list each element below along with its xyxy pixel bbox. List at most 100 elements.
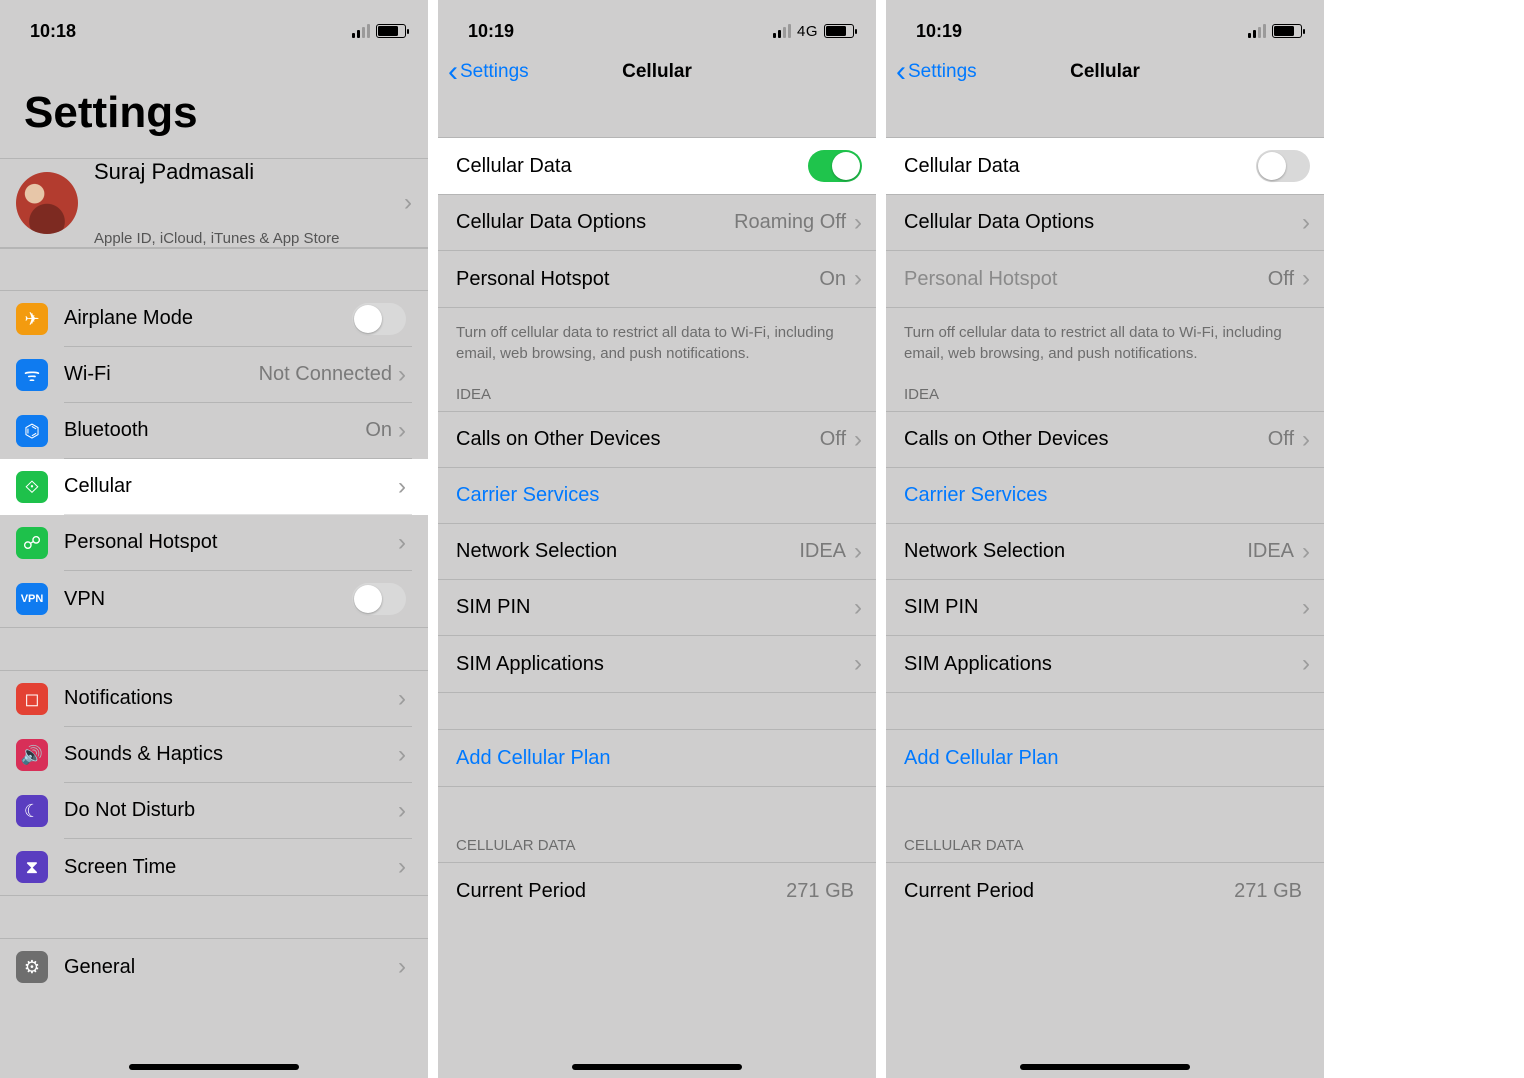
vpn-toggle[interactable] bbox=[352, 583, 406, 615]
list-row[interactable]: SIM PIN› bbox=[438, 580, 876, 636]
list-row[interactable]: SIM PIN› bbox=[886, 580, 1324, 636]
settings-row-sounds[interactable]: 🔊Sounds & Haptics› bbox=[0, 727, 428, 783]
row-label: Cellular bbox=[64, 475, 398, 498]
current-period-row[interactable]: Current Period 271 GB bbox=[438, 863, 876, 919]
row-label: General bbox=[64, 956, 398, 979]
list-row[interactable]: Carrier Services bbox=[886, 468, 1324, 524]
list-row[interactable]: Network SelectionIDEA› bbox=[886, 524, 1324, 580]
chevron-right-icon: › bbox=[854, 265, 862, 293]
add-cellular-plan[interactable]: Add Cellular Plan bbox=[438, 730, 876, 786]
add-plan-group: Add Cellular Plan bbox=[886, 729, 1324, 787]
settings-row-cellular[interactable]: ⟐Cellular› bbox=[0, 459, 428, 515]
home-indicator[interactable] bbox=[129, 1064, 299, 1070]
home-indicator[interactable] bbox=[1020, 1064, 1190, 1070]
hotspot-icon: ☍ bbox=[16, 527, 48, 559]
row-label: Do Not Disturb bbox=[64, 799, 398, 822]
chevron-left-icon: ‹ bbox=[896, 63, 906, 81]
cellular-data-label: Cellular Data bbox=[904, 155, 1256, 178]
usage-group: Current Period 271 GB bbox=[438, 862, 876, 919]
list-row[interactable]: Network SelectionIDEA› bbox=[438, 524, 876, 580]
usage-group: Current Period 271 GB bbox=[886, 862, 1324, 919]
network-type: 4G bbox=[797, 23, 818, 40]
hourglass-icon: ⧗ bbox=[16, 851, 48, 883]
row-label: Network Selection bbox=[456, 540, 799, 563]
status-right bbox=[1248, 24, 1302, 38]
chevron-right-icon: › bbox=[404, 189, 412, 217]
chevron-right-icon: › bbox=[854, 209, 862, 237]
row-label: Carrier Services bbox=[904, 484, 1310, 507]
cellular-caption: Turn off cellular data to restrict all d… bbox=[438, 308, 876, 368]
battery-icon bbox=[824, 24, 854, 38]
carrier-header: IDEA bbox=[886, 368, 1324, 411]
settings-row-dnd[interactable]: ☾Do Not Disturb› bbox=[0, 783, 428, 839]
settings-row-general[interactable]: ⚙General› bbox=[0, 939, 428, 995]
list-row[interactable]: Carrier Services bbox=[438, 468, 876, 524]
row-label: Carrier Services bbox=[456, 484, 862, 507]
chevron-right-icon: › bbox=[1302, 538, 1310, 566]
settings-row-wifi[interactable]: ᯤWi-FiNot Connected› bbox=[0, 347, 428, 403]
current-period-label: Current Period bbox=[456, 880, 786, 903]
carrier-group: Calls on Other DevicesOff› Carrier Servic… bbox=[886, 411, 1324, 693]
settings-row-airplane[interactable]: ✈Airplane Mode bbox=[0, 291, 428, 347]
status-bar: 10:19 4G bbox=[438, 0, 876, 48]
profile-subtitle: Apple ID, iCloud, iTunes & App Store bbox=[94, 230, 339, 247]
row-label: Wi-Fi bbox=[64, 363, 259, 386]
row-label: Screen Time bbox=[64, 856, 398, 879]
signal-icon bbox=[352, 24, 370, 38]
back-button[interactable]: ‹Settings bbox=[448, 61, 529, 83]
add-cellular-plan[interactable]: Add Cellular Plan bbox=[886, 730, 1324, 786]
list-row[interactable]: SIM Applications› bbox=[886, 636, 1324, 692]
cellular-data-toggle[interactable] bbox=[808, 150, 862, 182]
usage-header: CELLULAR DATA bbox=[438, 787, 876, 862]
profile-row[interactable]: Suraj Padmasali Apple ID, iCloud, iTunes… bbox=[0, 158, 428, 248]
status-bar: 10:19 bbox=[886, 0, 1324, 48]
sounds-icon: 🔊 bbox=[16, 739, 48, 771]
settings-row-notifications[interactable]: ◻Notifications› bbox=[0, 671, 428, 727]
airplane-toggle[interactable] bbox=[352, 303, 406, 335]
row-label: Notifications bbox=[64, 687, 398, 710]
nav-title: Cellular bbox=[622, 61, 692, 83]
current-period-row[interactable]: Current Period 271 GB bbox=[886, 863, 1324, 919]
chevron-right-icon: › bbox=[1302, 209, 1310, 237]
avatar bbox=[16, 172, 78, 234]
chevron-right-icon: › bbox=[854, 650, 862, 678]
cellular-data-row: Cellular Data bbox=[886, 138, 1324, 195]
cellular-caption: Turn off cellular data to restrict all d… bbox=[886, 308, 1324, 368]
row-label: Personal Hotspot bbox=[64, 531, 398, 554]
battery-icon bbox=[376, 24, 406, 38]
list-row[interactable]: Personal HotspotOff› bbox=[886, 251, 1324, 307]
nav-bar: ‹Settings Cellular bbox=[438, 48, 876, 96]
cellular-screen-on: 10:19 4G ‹Settings Cellular Cellular Dat… bbox=[438, 0, 876, 1078]
profile-name: Suraj Padmasali bbox=[94, 159, 254, 230]
home-indicator[interactable] bbox=[572, 1064, 742, 1070]
row-label: Personal Hotspot bbox=[456, 268, 819, 291]
cellular-options-group: Cellular Data Options›Personal HotspotOf… bbox=[886, 195, 1324, 308]
cellular-data-toggle-row[interactable]: Cellular Data bbox=[438, 138, 876, 194]
settings-row-screentime[interactable]: ⧗Screen Time› bbox=[0, 839, 428, 895]
settings-row-hotspot[interactable]: ☍Personal Hotspot› bbox=[0, 515, 428, 571]
connectivity-group: ✈Airplane ModeᯤWi-FiNot Connected›⌬Bluet… bbox=[0, 290, 428, 628]
list-row[interactable]: Cellular Data OptionsRoaming Off› bbox=[438, 195, 876, 251]
cellular-data-toggle-row[interactable]: Cellular Data bbox=[886, 138, 1324, 194]
row-label: SIM PIN bbox=[456, 596, 854, 619]
chevron-right-icon: › bbox=[398, 797, 406, 825]
list-row[interactable]: Cellular Data Options› bbox=[886, 195, 1324, 251]
list-row[interactable]: Personal HotspotOn› bbox=[438, 251, 876, 307]
chevron-right-icon: › bbox=[854, 594, 862, 622]
cellular-data-toggle[interactable] bbox=[1256, 150, 1310, 182]
chevron-right-icon: › bbox=[398, 953, 406, 981]
add-plan-group: Add Cellular Plan bbox=[438, 729, 876, 787]
list-row[interactable]: Calls on Other DevicesOff› bbox=[886, 412, 1324, 468]
chevron-right-icon: › bbox=[1302, 650, 1310, 678]
list-row[interactable]: SIM Applications› bbox=[438, 636, 876, 692]
current-period-value: 271 GB bbox=[786, 880, 854, 903]
alerts-group: ◻Notifications›🔊Sounds & Haptics›☾Do Not… bbox=[0, 670, 428, 896]
status-time: 10:19 bbox=[468, 21, 514, 42]
row-label: SIM Applications bbox=[456, 653, 854, 676]
back-button[interactable]: ‹Settings bbox=[896, 61, 977, 83]
page-title: Settings bbox=[0, 48, 428, 158]
battery-icon bbox=[1272, 24, 1302, 38]
settings-row-bluetooth[interactable]: ⌬BluetoothOn› bbox=[0, 403, 428, 459]
settings-row-vpn[interactable]: VPNVPN bbox=[0, 571, 428, 627]
list-row[interactable]: Calls on Other DevicesOff› bbox=[438, 412, 876, 468]
